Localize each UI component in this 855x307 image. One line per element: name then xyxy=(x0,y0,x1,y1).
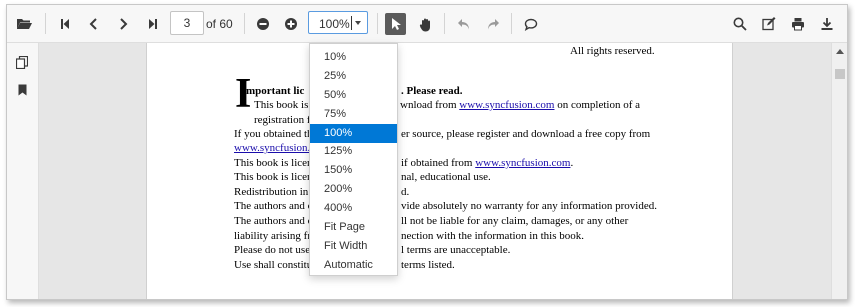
first-page-icon[interactable] xyxy=(53,12,77,36)
toolbar-divider xyxy=(45,13,46,34)
text-line: l terms are unacceptable. xyxy=(401,244,511,256)
pdf-viewer: 3 of 60 100% All rights reserved. I mpor… xyxy=(6,4,848,300)
download-icon[interactable] xyxy=(815,12,839,36)
last-page-icon[interactable] xyxy=(141,12,165,36)
website-link[interactable]: www.syncfusion.com xyxy=(459,99,554,111)
vertical-scrollbar[interactable] xyxy=(831,43,847,299)
zoom-option[interactable]: 25% xyxy=(310,67,397,86)
heading-fragment: . Please read. xyxy=(401,85,463,97)
website-link[interactable]: www.syncfusion.c xyxy=(234,141,315,155)
document-viewer[interactable]: All rights reserved. I mportant lic . Pl… xyxy=(39,43,831,299)
text-line: wnload from www.syncfusion.com on comple… xyxy=(400,99,641,111)
zoom-option[interactable]: 150% xyxy=(310,161,397,180)
text-line: registration f xyxy=(254,114,311,126)
zoom-option[interactable]: Automatic xyxy=(310,256,397,275)
zoom-option[interactable]: Fit Page xyxy=(310,218,397,237)
next-page-icon[interactable] xyxy=(111,12,135,36)
text-line: If you obtained th xyxy=(234,128,313,140)
previous-page-icon[interactable] xyxy=(82,12,106,36)
print-icon[interactable] xyxy=(786,12,810,36)
zoom-dropdown-menu: 10% 25% 50% 75% 100% 125% 150% 200% 400%… xyxy=(309,43,398,276)
zoom-option[interactable]: 400% xyxy=(310,199,397,218)
bookmark-icon[interactable] xyxy=(13,81,31,99)
zoom-out-icon[interactable] xyxy=(251,12,275,36)
text-line: vide absolutely no warranty for any info… xyxy=(401,200,657,212)
search-icon[interactable] xyxy=(728,12,752,36)
current-page-input[interactable]: 3 xyxy=(170,11,204,35)
page-thumbnails-icon[interactable] xyxy=(13,53,31,71)
zoom-option[interactable]: 75% xyxy=(310,105,397,124)
text-line: Redistribution in a xyxy=(234,186,316,198)
text-line: Use shall constitu xyxy=(234,259,313,271)
scroll-thumb[interactable] xyxy=(835,69,845,79)
edit-annotation-icon[interactable] xyxy=(757,12,781,36)
website-link[interactable]: www.syncfusion.com xyxy=(475,157,570,169)
zoom-option[interactable]: Fit Width xyxy=(310,237,397,256)
text-line: The authors and c xyxy=(234,215,313,227)
text-line: This book is licen xyxy=(234,171,313,183)
text-line: if obtained from www.syncfusion.com. xyxy=(401,157,574,169)
rights-line: All rights reserved. xyxy=(570,45,655,57)
zoom-in-icon[interactable] xyxy=(279,12,303,36)
text-select-icon[interactable] xyxy=(385,13,406,35)
zoom-value: 100% xyxy=(319,17,350,31)
text-line: er source, please register and download … xyxy=(401,128,651,140)
redo-icon[interactable] xyxy=(481,12,505,36)
chevron-down-icon[interactable] xyxy=(355,21,361,25)
toolbar-divider xyxy=(244,13,245,34)
heading-fragment: mportant lic xyxy=(246,85,305,97)
text-line: terms listed. xyxy=(401,259,455,271)
toolbar-divider xyxy=(377,13,378,34)
text-line: ll not be liable for any claim, damages,… xyxy=(401,215,629,227)
text-line: d. xyxy=(401,186,410,198)
navigation-pane xyxy=(7,43,39,299)
zoom-select[interactable]: 100% xyxy=(308,11,368,34)
zoom-option[interactable]: 50% xyxy=(310,86,397,105)
total-pages-label: of 60 xyxy=(206,17,233,31)
zoom-option-selected[interactable]: 100% xyxy=(310,124,397,143)
toolbar: 3 of 60 100% xyxy=(7,5,847,43)
text-line: Please do not use xyxy=(234,244,311,256)
text-line: This book is xyxy=(254,99,309,111)
pan-icon[interactable] xyxy=(414,12,438,36)
toolbar-divider xyxy=(444,13,445,34)
zoom-option[interactable]: 10% xyxy=(310,48,397,67)
text-line: This book is licen xyxy=(234,157,313,169)
undo-icon[interactable] xyxy=(452,12,476,36)
text-line: nection with the information in this boo… xyxy=(401,230,585,242)
open-folder-icon[interactable] xyxy=(12,12,36,36)
zoom-option[interactable]: 125% xyxy=(310,142,397,161)
toolbar-divider xyxy=(511,13,512,34)
scroll-up-arrow-icon[interactable] xyxy=(836,49,844,54)
text-cursor xyxy=(351,16,352,30)
comment-icon[interactable] xyxy=(519,12,543,36)
text-line: nal, educational use. xyxy=(401,171,491,183)
text-line: The authors and c xyxy=(234,200,313,212)
zoom-option[interactable]: 200% xyxy=(310,180,397,199)
text-line: liability arising fro xyxy=(234,230,317,242)
document-page: All rights reserved. I mportant lic . Pl… xyxy=(146,43,733,299)
